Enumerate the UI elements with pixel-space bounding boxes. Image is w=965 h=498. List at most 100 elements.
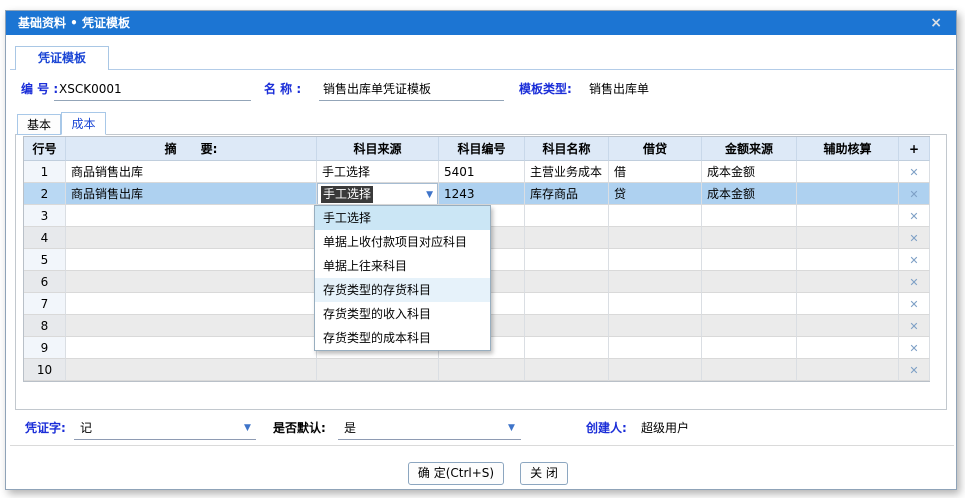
cell-aux[interactable] bbox=[797, 315, 899, 337]
cell-summary[interactable] bbox=[66, 315, 317, 337]
cell-acct_name[interactable]: 库存商品 bbox=[525, 183, 609, 205]
cell-acct_no[interactable]: 5401 bbox=[439, 161, 525, 183]
cell-op[interactable]: ✕ bbox=[899, 271, 930, 293]
delete-row-icon[interactable]: ✕ bbox=[909, 298, 918, 311]
delete-row-icon[interactable]: ✕ bbox=[909, 188, 918, 201]
cell-aux[interactable] bbox=[797, 161, 899, 183]
cell-summary[interactable]: 商品销售出库 bbox=[66, 183, 317, 205]
delete-row-icon[interactable]: ✕ bbox=[909, 276, 918, 289]
cell-amount_source[interactable]: 成本金额 bbox=[702, 183, 797, 205]
ok-button[interactable]: 确 定(Ctrl+S) bbox=[408, 462, 504, 485]
cell-dc[interactable] bbox=[609, 205, 702, 227]
cell-amount_source[interactable] bbox=[702, 359, 797, 381]
is-default-select[interactable]: 是 bbox=[338, 416, 521, 440]
cell-amount_source[interactable] bbox=[702, 227, 797, 249]
dropdown-arrow-icon[interactable]: ▼ bbox=[244, 416, 251, 440]
cell-aux[interactable] bbox=[797, 227, 899, 249]
cell-summary[interactable] bbox=[66, 205, 317, 227]
cell-amount_source[interactable] bbox=[702, 315, 797, 337]
cell-no[interactable]: 2 bbox=[24, 183, 66, 205]
cell-op[interactable]: ✕ bbox=[899, 227, 930, 249]
cell-aux[interactable] bbox=[797, 249, 899, 271]
cell-acct_name[interactable] bbox=[525, 293, 609, 315]
cell-summary[interactable] bbox=[66, 271, 317, 293]
cell-op[interactable]: ✕ bbox=[899, 293, 930, 315]
delete-row-icon[interactable]: ✕ bbox=[909, 364, 918, 377]
cell-acct_name[interactable]: 主营业务成本 bbox=[525, 161, 609, 183]
delete-row-icon[interactable]: ✕ bbox=[909, 342, 918, 355]
account-source-combobox[interactable]: 手工选择 ▼ bbox=[317, 183, 438, 204]
cell-dc[interactable] bbox=[609, 337, 702, 359]
dropdown-option[interactable]: 单据上往来科目 bbox=[315, 254, 490, 278]
cell-no[interactable]: 6 bbox=[24, 271, 66, 293]
cell-summary[interactable] bbox=[66, 337, 317, 359]
dropdown-option[interactable]: 单据上收付款项目对应科目 bbox=[315, 230, 490, 254]
cell-no[interactable]: 1 bbox=[24, 161, 66, 183]
cell-aux[interactable] bbox=[797, 183, 899, 205]
close-button[interactable]: 关 闭 bbox=[520, 462, 568, 485]
cell-acct_name[interactable] bbox=[525, 337, 609, 359]
cell-acct_name[interactable] bbox=[525, 315, 609, 337]
delete-row-icon[interactable]: ✕ bbox=[909, 166, 918, 179]
cell-no[interactable]: 7 bbox=[24, 293, 66, 315]
cell-dc[interactable] bbox=[609, 315, 702, 337]
cell-dc[interactable]: 贷 bbox=[609, 183, 702, 205]
dropdown-option[interactable]: 存货类型的存货科目 bbox=[315, 278, 490, 302]
cell-no[interactable]: 4 bbox=[24, 227, 66, 249]
cell-dc[interactable] bbox=[609, 271, 702, 293]
cell-source[interactable]: 手工选择 ▼ bbox=[317, 183, 439, 205]
cell-dc[interactable] bbox=[609, 227, 702, 249]
cell-dc[interactable]: 借 bbox=[609, 161, 702, 183]
add-row-button[interactable]: + bbox=[899, 137, 930, 161]
close-icon[interactable]: × bbox=[930, 11, 942, 35]
cell-summary[interactable] bbox=[66, 293, 317, 315]
cell-source[interactable] bbox=[317, 359, 439, 381]
dropdown-option[interactable]: 手工选择 bbox=[315, 206, 490, 230]
chevron-down-icon[interactable]: ▼ bbox=[426, 184, 433, 204]
dropdown-arrow-icon[interactable]: ▼ bbox=[508, 416, 515, 440]
cell-no[interactable]: 3 bbox=[24, 205, 66, 227]
cell-acct_name[interactable] bbox=[525, 205, 609, 227]
cell-op[interactable]: ✕ bbox=[899, 359, 930, 381]
cell-no[interactable]: 9 bbox=[24, 337, 66, 359]
cell-acct_no[interactable]: 1243 bbox=[439, 183, 525, 205]
delete-row-icon[interactable]: ✕ bbox=[909, 232, 918, 245]
delete-row-icon[interactable]: ✕ bbox=[909, 210, 918, 223]
cell-amount_source[interactable] bbox=[702, 249, 797, 271]
code-input[interactable]: XSCK0001 bbox=[54, 77, 251, 101]
tab-basic[interactable]: 基本 bbox=[17, 114, 61, 135]
cell-op[interactable]: ✕ bbox=[899, 161, 930, 183]
dropdown-option[interactable]: 存货类型的收入科目 bbox=[315, 302, 490, 326]
cell-no[interactable]: 5 bbox=[24, 249, 66, 271]
cell-acct_name[interactable] bbox=[525, 271, 609, 293]
cell-dc[interactable] bbox=[609, 293, 702, 315]
cell-aux[interactable] bbox=[797, 293, 899, 315]
tab-voucher-template[interactable]: 凭证模板 bbox=[15, 46, 109, 70]
cell-summary[interactable]: 商品销售出库 bbox=[66, 161, 317, 183]
name-input[interactable]: 销售出库单凭证模板 bbox=[319, 77, 504, 101]
cell-summary[interactable] bbox=[66, 249, 317, 271]
cell-dc[interactable] bbox=[609, 249, 702, 271]
cell-aux[interactable] bbox=[797, 205, 899, 227]
cell-acct_name[interactable] bbox=[525, 359, 609, 381]
cell-amount_source[interactable] bbox=[702, 205, 797, 227]
cell-aux[interactable] bbox=[797, 359, 899, 381]
dropdown-option[interactable]: 存货类型的成本科目 bbox=[315, 326, 490, 350]
cell-aux[interactable] bbox=[797, 337, 899, 359]
cell-no[interactable]: 10 bbox=[24, 359, 66, 381]
delete-row-icon[interactable]: ✕ bbox=[909, 320, 918, 333]
cell-amount_source[interactable] bbox=[702, 271, 797, 293]
cell-acct_name[interactable] bbox=[525, 249, 609, 271]
cell-op[interactable]: ✕ bbox=[899, 315, 930, 337]
cell-amount_source[interactable]: 成本金额 bbox=[702, 161, 797, 183]
cell-op[interactable]: ✕ bbox=[899, 337, 930, 359]
cell-acct_name[interactable] bbox=[525, 227, 609, 249]
cell-acct_no[interactable] bbox=[439, 359, 525, 381]
cell-op[interactable]: ✕ bbox=[899, 205, 930, 227]
cell-summary[interactable] bbox=[66, 359, 317, 381]
delete-row-icon[interactable]: ✕ bbox=[909, 254, 918, 267]
cell-op[interactable]: ✕ bbox=[899, 249, 930, 271]
cell-amount_source[interactable] bbox=[702, 337, 797, 359]
cell-op[interactable]: ✕ bbox=[899, 183, 930, 205]
tab-cost[interactable]: 成本 bbox=[61, 112, 106, 135]
